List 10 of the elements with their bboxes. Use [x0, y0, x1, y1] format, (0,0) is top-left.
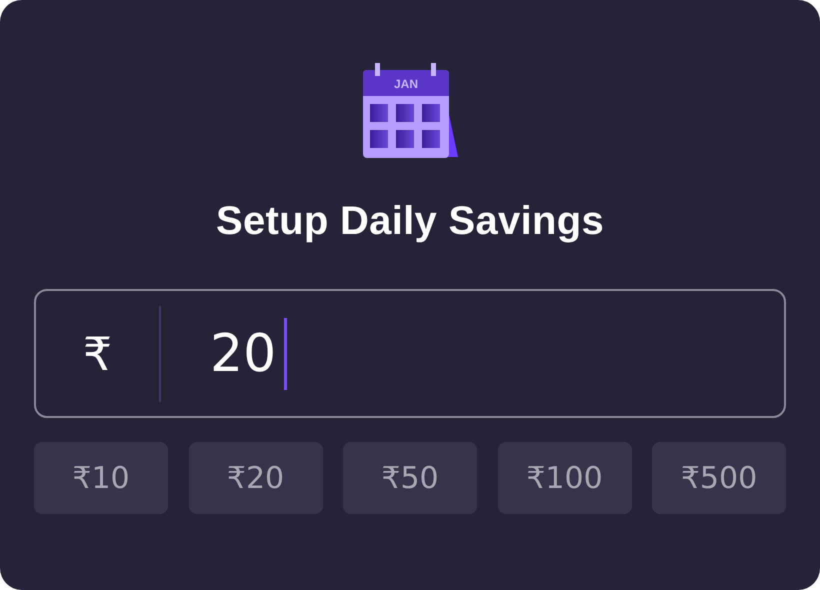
quick-amount-button[interactable]: ₹10 [34, 442, 168, 514]
amount-value: 20 [210, 324, 276, 384]
title: Setup Daily Savings [216, 199, 604, 244]
currency-symbol: ₹ [82, 326, 114, 380]
quick-amount-button[interactable]: ₹50 [343, 442, 477, 514]
quick-amount-button[interactable]: ₹100 [498, 442, 632, 514]
quick-amount-button[interactable]: ₹20 [188, 442, 322, 514]
text-cursor [284, 318, 288, 390]
quick-amount-button[interactable]: ₹500 [652, 442, 786, 514]
amount-field[interactable]: ₹ 20 [34, 289, 786, 418]
